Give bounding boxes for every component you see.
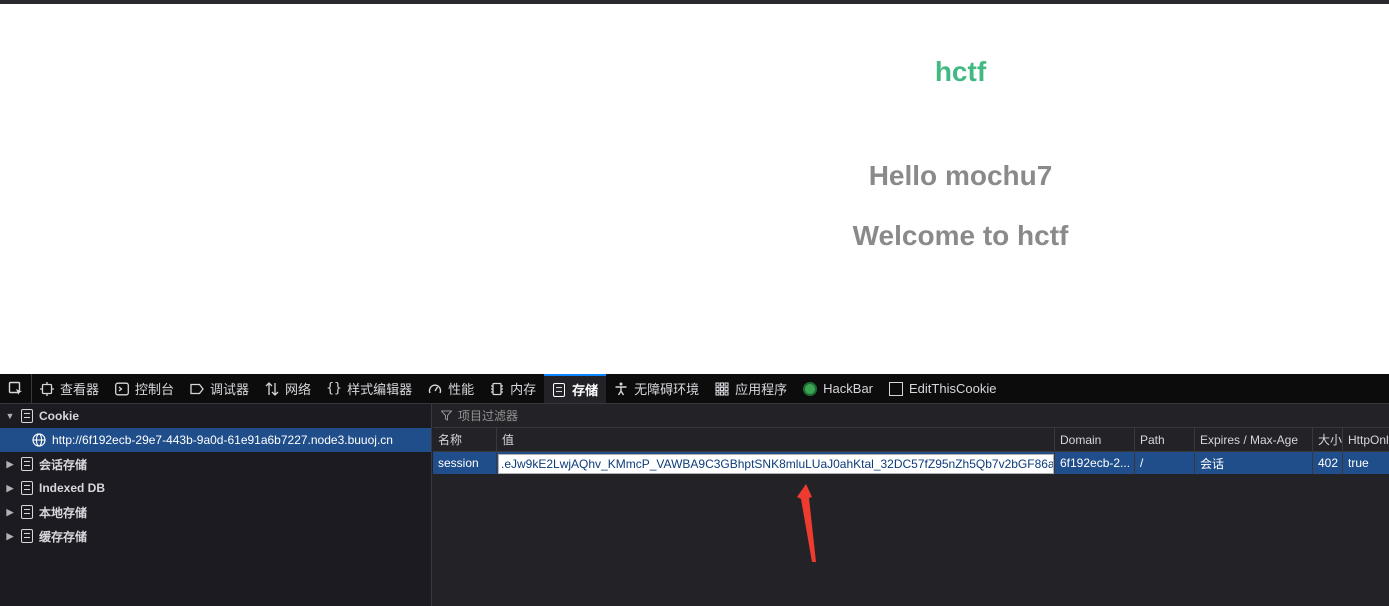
welcome-heading: Welcome to hctf [852,220,1069,251]
column-header-expires[interactable]: Expires / Max-Age [1195,428,1313,451]
element-picker-icon [8,381,22,395]
column-header-path[interactable]: Path [1135,428,1195,451]
tree-label: 本地存储 [39,505,88,520]
globe-icon [32,433,46,447]
storage-icon [21,481,33,495]
chevron-right-icon[interactable]: ▶ [5,531,15,542]
tab-label: 网络 [285,382,312,397]
storage-icon [21,409,33,423]
tab-performance[interactable]: 性能 [420,374,482,403]
tree-label: Cookie [39,409,80,423]
console-icon [115,382,129,396]
cookie-domain[interactable]: 6f192ecb-2... [1055,452,1135,474]
style-editor-icon: {} [326,381,342,396]
tab-label: 存储 [572,383,599,398]
cookie-size[interactable]: 402 [1313,452,1343,474]
tab-network[interactable]: 网络 [257,374,319,403]
storage-tree: ▼ Cookie http://6f192ecb-29e7-443b-9a0d-… [0,404,432,606]
filter-placeholder: 项目过滤器 [458,409,519,423]
chevron-right-icon[interactable]: ▶ [5,507,15,518]
column-header-httponly[interactable]: HttpOnly [1343,428,1389,451]
devtools-panel: 查看器 控制台 调试器 网络 {} 样式编辑器 性能 内存 存储 无障碍环境 应… [0,374,1389,606]
devtools-toolbar: 查看器 控制台 调试器 网络 {} 样式编辑器 性能 内存 存储 无障碍环境 应… [0,374,1389,404]
tab-application[interactable]: 应用程序 [707,374,795,403]
inspector-icon [40,381,54,396]
storage-icon [21,505,33,519]
storage-icon [21,529,33,543]
cookie-value-cell[interactable]: .eJw9kE2LwjAQhv_KMmcP_VAWBA9C3GBhptSNK8m… [497,452,1055,474]
tab-storage[interactable]: 存储 [544,374,607,403]
tab-debugger[interactable]: 调试器 [182,374,257,403]
performance-icon [428,382,442,396]
tree-item-local-storage[interactable]: ▶ 本地存储 [0,500,431,524]
greeting-heading: Hello mochu7 [868,160,1053,191]
tab-editthiscookie[interactable]: EditThisCookie [881,374,1004,403]
tree-item-indexed-db[interactable]: ▶ Indexed DB [0,476,431,500]
tree-item-cookie[interactable]: ▼ Cookie [0,404,431,428]
table-row[interactable]: session .eJw9kE2LwjAQhv_KMmcP_VAWBA9C3GB… [433,452,1389,474]
hackbar-icon [803,381,818,396]
cookie-name[interactable]: session [433,452,497,474]
cookie-path[interactable]: / [1135,452,1195,474]
tree-label: 缓存存储 [39,529,88,544]
tree-label: 会话存储 [39,457,88,472]
cookie-httponly[interactable]: true [1343,452,1389,474]
tab-label: HackBar [823,381,874,396]
tab-inspector[interactable]: 查看器 [32,374,107,403]
tab-label: 内存 [510,382,537,397]
cookie-value-editor[interactable]: .eJw9kE2LwjAQhv_KMmcP_VAWBA9C3GBhptSNK8m… [498,453,1054,474]
tab-label: 样式编辑器 [347,382,413,397]
column-header-name[interactable]: 名称 [433,428,497,451]
tree-label: http://6f192ecb-29e7-443b-9a0d-61e91a6b7… [52,433,393,447]
cookie-expires[interactable]: 会话 [1195,452,1313,474]
editthiscookie-icon [889,381,904,396]
tab-label: EditThisCookie [909,381,997,396]
tab-accessibility[interactable]: 无障碍环境 [606,374,707,403]
tab-style-editor[interactable]: {} 样式编辑器 [319,374,420,403]
network-icon [265,381,279,396]
tab-label: 查看器 [60,382,100,397]
column-header-size[interactable]: 大小 [1313,428,1343,451]
chevron-down-icon[interactable]: ▼ [5,411,15,421]
cookie-table: 名称 值 Domain Path Expires / Max-Age 大小 Ht… [433,428,1389,474]
tab-label: 无障碍环境 [634,382,700,397]
tree-item-cache-storage[interactable]: ▶ 缓存存储 [0,524,431,548]
storage-icon [552,382,566,397]
chevron-right-icon[interactable]: ▶ [5,483,15,494]
storage-icon [21,457,33,471]
filter-input[interactable]: 项目过滤器 [433,404,1389,428]
debugger-icon [190,382,204,396]
tab-label: 控制台 [135,382,175,397]
column-header-value[interactable]: 值 [497,428,1055,451]
tree-item-session-storage[interactable]: ▶ 会话存储 [0,452,431,476]
column-header-domain[interactable]: Domain [1055,428,1135,451]
application-icon [715,381,729,396]
tab-label: 应用程序 [735,382,788,397]
site-brand[interactable]: hctf [0,56,1389,88]
tree-item-cookie-host[interactable]: http://6f192ecb-29e7-443b-9a0d-61e91a6b7… [0,428,431,452]
tab-label: 性能 [448,382,475,397]
tab-label: 调试器 [210,382,250,397]
table-header: 名称 值 Domain Path Expires / Max-Age 大小 Ht… [433,428,1389,452]
cookie-table-panel: 项目过滤器 名称 值 Domain Path Expires / Max-Age… [433,404,1389,606]
filter-icon [441,410,452,421]
accessibility-icon [614,382,628,396]
tree-label: Indexed DB [39,481,106,495]
chevron-right-icon[interactable]: ▶ [5,459,15,470]
tab-hackbar[interactable]: HackBar [795,374,881,403]
memory-icon [490,382,504,396]
web-page: hctf Hello mochu7 Welcome to hctf [0,4,1389,374]
element-picker-button[interactable] [0,374,32,403]
tab-memory[interactable]: 内存 [482,374,544,403]
tab-console[interactable]: 控制台 [107,374,182,403]
